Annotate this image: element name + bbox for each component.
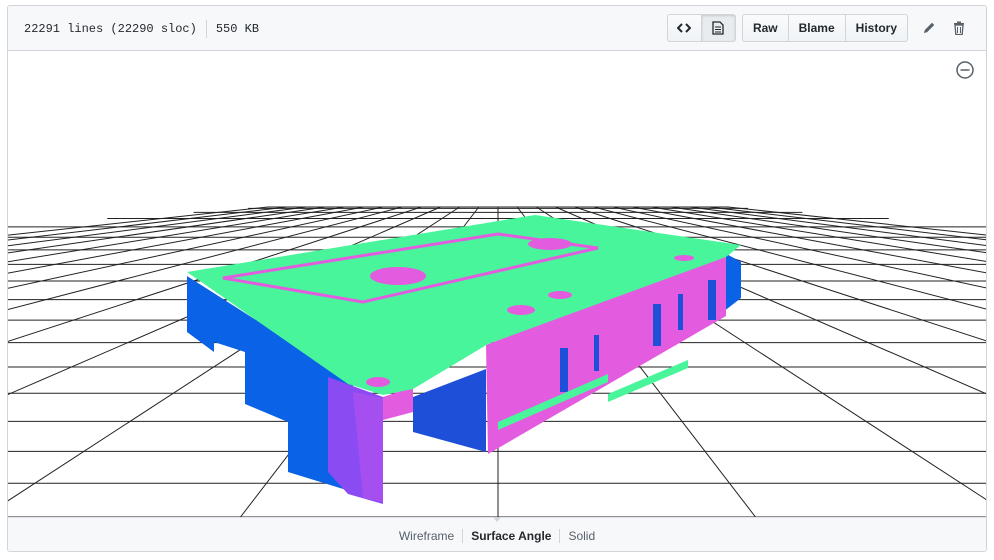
model-slot-5: [708, 280, 716, 320]
display-source-button[interactable]: [666, 14, 702, 42]
zoom-out-button[interactable]: [955, 60, 975, 80]
model-slot-1: [560, 348, 568, 392]
render-mode-bar: Wireframe Surface Angle Solid: [8, 517, 986, 551]
display-rendered-button[interactable]: [700, 14, 736, 42]
file-header: 22291 lines (22290 sloc) 550 KB Raw Blam…: [8, 6, 986, 51]
stl-3d-viewer[interactable]: [8, 52, 986, 517]
raw-button[interactable]: Raw: [741, 14, 789, 42]
code-icon: [677, 23, 692, 33]
file-info: 22291 lines (22290 sloc) 550 KB: [24, 20, 259, 38]
model-slot-4: [678, 294, 683, 330]
trash-icon: [954, 21, 964, 35]
grid-line: [727, 206, 986, 236]
file-actions: Raw Blame History: [666, 14, 974, 42]
file-size: 550 KB: [215, 22, 260, 36]
model-hole-front: [507, 305, 535, 315]
file-icon: [712, 21, 725, 35]
info-divider: [205, 20, 207, 38]
model-scene[interactable]: [8, 52, 986, 517]
mode-surface-angle[interactable]: Surface Angle: [463, 529, 559, 543]
model-slot-2: [594, 335, 599, 371]
cassette-model: [187, 215, 741, 504]
file-nav-group: Raw Blame History: [741, 14, 908, 42]
history-button[interactable]: History: [844, 14, 908, 42]
line-count: 22291 lines (22290 sloc): [24, 22, 197, 36]
blame-button[interactable]: Blame: [787, 14, 846, 42]
model-slot-3: [653, 304, 661, 346]
pencil-icon: [924, 22, 935, 33]
display-toggle-group: [666, 14, 736, 42]
model-reel-hole-left: [370, 267, 426, 285]
model-hole-corner: [366, 377, 390, 387]
model-hole-mid: [548, 291, 572, 299]
resize-handle[interactable]: [493, 517, 501, 522]
grid-line: [8, 206, 269, 236]
mode-solid[interactable]: Solid: [560, 529, 603, 543]
edit-button[interactable]: [914, 14, 944, 42]
grid-line: [708, 206, 986, 241]
model-hole-right: [674, 255, 694, 261]
minus-circle-icon: [956, 61, 974, 79]
delete-button[interactable]: [944, 14, 974, 42]
file-viewer-box: 22291 lines (22290 sloc) 550 KB Raw Blam…: [7, 5, 987, 552]
model-reel-hole-right: [528, 238, 572, 250]
mode-wireframe[interactable]: Wireframe: [391, 529, 462, 543]
